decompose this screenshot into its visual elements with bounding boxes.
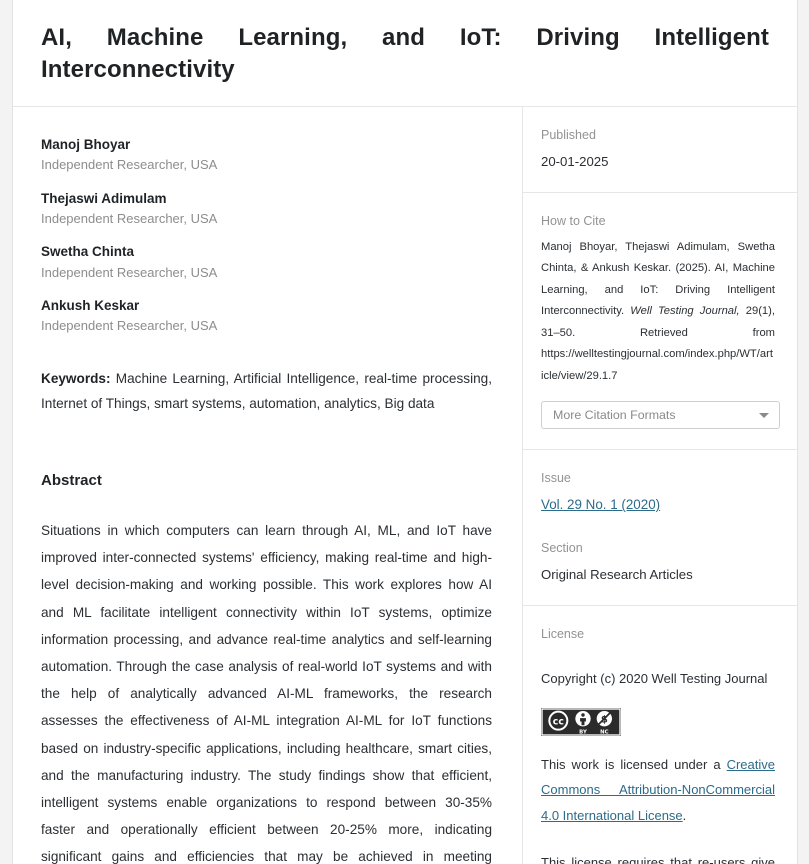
author-affiliation: Independent Researcher, USA [41,264,218,280]
author-name: Thejaswi Adimulam [41,190,167,206]
author-name: Manoj Bhoyar [41,136,131,152]
citation-journal-name: Well Testing Journal [630,305,737,318]
license-statement-suffix: . [682,807,687,823]
author-affiliation: Independent Researcher, USA [41,210,218,226]
author-entry: Thejaswi Adimulam Independent Researcher… [41,189,492,229]
article-landing-page: AI, Machine Learning, and IoT: Driving I… [0,0,809,864]
author-affiliation: Independent Researcher, USA [41,318,218,334]
author-entry: Manoj Bhoyar Independent Researcher, USA [41,135,492,175]
issue-section-block: Issue Vol. 29 No. 1 (2020) Section Origi… [523,450,797,606]
main-column: Manoj Bhoyar Independent Researcher, USA… [13,107,522,864]
author-name: Swetha Chinta [41,244,135,260]
keywords-label: Keywords: [41,370,111,386]
published-label: Published [541,127,596,142]
svg-text:cc: cc [553,717,564,728]
sidebar-column: Published 20-01-2025 How to Cite Manoj B… [522,106,797,864]
article-body-columns: Manoj Bhoyar Independent Researcher, USA… [13,106,797,864]
section-label: Section [541,540,583,555]
license-copyright: Copyright (c) 2020 Well Testing Journal [541,671,768,686]
page-title: AI, Machine Learning, and IoT: Driving I… [41,24,769,83]
abstract-heading: Abstract [41,472,102,490]
citation-text: Manoj Bhoyar, Thejaswi Adimulam, Swetha … [541,237,775,388]
published-date: 20-01-2025 [541,153,609,169]
more-citation-formats-label: More Citation Formats [553,408,676,423]
title-block: AI, Machine Learning, and IoT: Driving I… [13,0,797,107]
license-statement-prefix: This work is licensed under a [541,757,727,773]
published-block: Published 20-01-2025 [523,107,797,193]
how-to-cite-block: How to Cite Manoj Bhoyar, Thejaswi Adimu… [523,193,797,451]
more-citation-formats-dropdown[interactable]: More Citation Formats [541,401,780,430]
creative-commons-by-nc-badge-icon[interactable]: cc BY $ NC [541,708,621,737]
article-card: AI, Machine Learning, and IoT: Driving I… [12,0,798,864]
keywords-block: Keywords: Machine Learning, Artificial I… [41,366,492,416]
svg-text:BY: BY [579,729,587,735]
section-value: Original Research Articles [541,566,693,582]
author-name: Ankush Keskar [41,298,140,314]
svg-text:NC: NC [600,729,608,735]
how-to-cite-label: How to Cite [541,213,606,228]
abstract-text: Situations in which computers can learn … [41,523,492,864]
issue-label: Issue [541,471,571,486]
license-statement: This work is licensed under a Creative C… [541,752,775,828]
issue-link[interactable]: Vol. 29 No. 1 (2020) [541,497,660,512]
license-label: License [541,627,585,641]
citation-volume-issue: 29(1) [745,305,772,318]
chevron-down-icon [759,412,769,418]
license-note: This license requires that re-users give… [541,855,775,864]
authors-list: Manoj Bhoyar Independent Researcher, USA… [41,135,492,336]
author-entry: Ankush Keskar Independent Researcher, US… [41,296,492,336]
license-block: License Copyright (c) 2020 Well Testing … [523,606,797,864]
citation-journal-separator: , [736,305,746,318]
author-entry: Swetha Chinta Independent Researcher, US… [41,242,492,282]
author-affiliation: Independent Researcher, USA [41,157,218,173]
